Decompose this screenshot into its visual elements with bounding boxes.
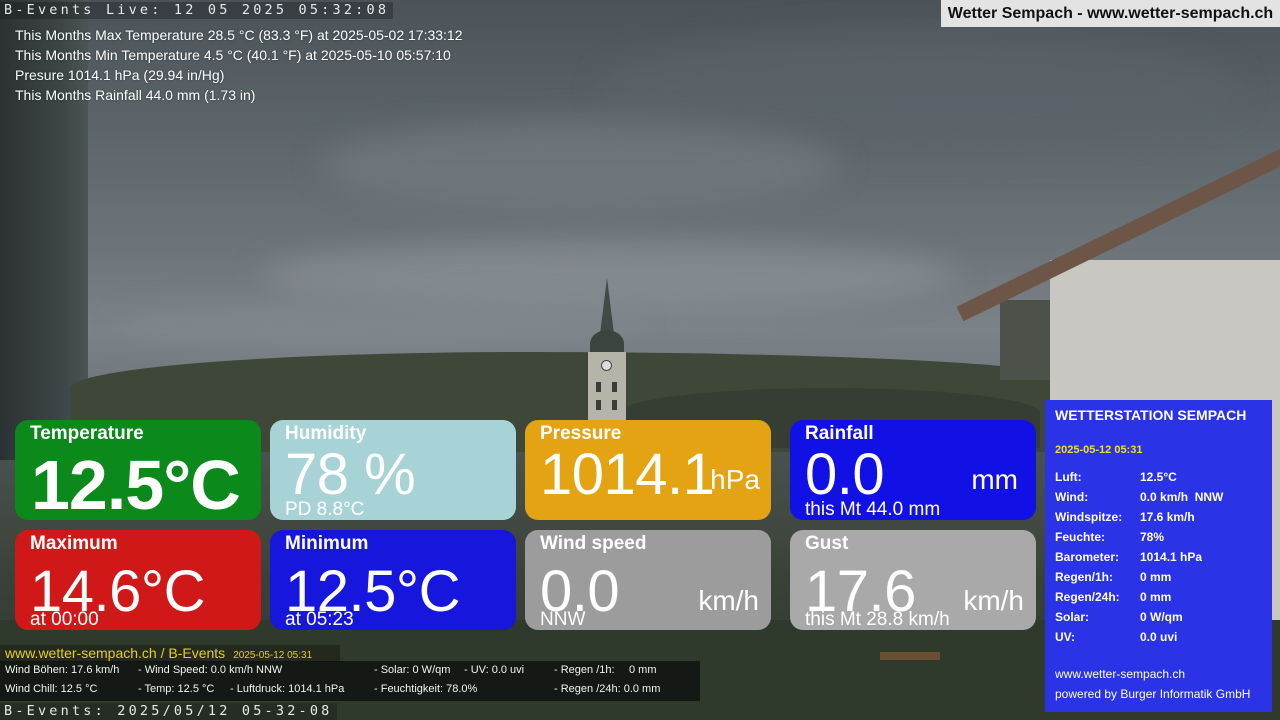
station-row-solar: Solar: 0 W/qm [1055, 607, 1265, 627]
ticker-header: www.wetter-sempach.ch / B-Events 2025-05-… [0, 645, 340, 662]
church-tower [588, 352, 626, 422]
tile-maximum: Maximum 14.6°C at 00:00 [15, 530, 261, 630]
monthly-stats: This Months Max Temperature 28.5 °C (83.… [15, 25, 463, 105]
row-value: 12.5°C [1140, 470, 1177, 484]
ticker-wind-speed: - Wind Speed: 0.0 km/h NNW [138, 664, 283, 676]
ticker-date: 2025-05-12 05:31 [233, 650, 313, 661]
tile-humidity: Humidity 78 % PD 8.8°C [270, 420, 516, 520]
tower-window [596, 400, 601, 410]
station-readings: Luft: 12.5°C Wind: 0.0 km/h NNW Windspitze… [1055, 467, 1265, 647]
station-date: 2025-05-12 05:31 [1055, 444, 1143, 456]
tile-sub: NNW [540, 609, 586, 630]
cloud [120, 300, 640, 350]
station-row-rain-24h: Regen/24h: 0 mm [1055, 587, 1265, 607]
row-label: Feuchte: [1055, 530, 1106, 544]
station-row-wind: Wind: 0.0 km/h NNW [1055, 487, 1265, 507]
picnic-bench [880, 652, 940, 660]
ticker-humidity: - Feuchtigkeit: 78.0% [374, 683, 478, 695]
site-title: Wetter Sempach - www.wetter-sempach.ch [941, 0, 1280, 27]
tower-window [596, 382, 601, 392]
tile-title: Minimum [285, 533, 369, 554]
station-panel: WETTERSTATION SEMPACH 2025-05-12 05:31 L… [1045, 400, 1272, 712]
ticker-wind-chill: Wind Chill: 12.5 °C [5, 683, 98, 695]
stat-pressure: Presure 1014.1 hPa (29.94 in/Hg) [15, 67, 225, 83]
ticker-row: Wind Chill: 12.5 °C - Temp: 12.5 °C - Lu… [5, 680, 700, 699]
tile-temperature: Temperature 12.5°C [15, 420, 261, 520]
row-value: 17.6 km/h [1140, 510, 1195, 524]
stat-min-temperature: This Months Min Temperature 4.5 °C (40.1… [15, 47, 451, 63]
live-timestamp: B-Events Live: 12 05 2025 05:32:08 [0, 2, 394, 19]
row-value: 1014.1 hPa [1140, 550, 1203, 564]
tile-title: Wind speed [540, 533, 647, 554]
tile-sub: this Mt 28.8 km/h [805, 609, 950, 630]
row-value: 78% [1140, 530, 1165, 544]
station-row-barometer: Barometer: 1014.1 hPa [1055, 547, 1265, 567]
tile-sub: at 05:23 [285, 609, 354, 630]
ticker-site-link[interactable]: www.wetter-sempach.ch / B-Events [5, 645, 225, 661]
tile-minimum: Minimum 12.5°C at 05:23 [270, 530, 516, 630]
stat-rainfall: This Months Rainfall 44.0 mm (1.73 in) [15, 87, 256, 103]
tower-window [612, 382, 617, 392]
ticker-rain-1h-value: 0 mm [629, 664, 657, 676]
church-spire [600, 278, 614, 334]
station-row-humidity: Feuchte: 78% [1055, 527, 1265, 547]
station-row-gust: Windspitze: 17.6 km/h [1055, 507, 1265, 527]
tile-unit: mm [971, 464, 1018, 495]
bottom-timestamp: B-Events: 2025/05/12 05-32-08 [0, 703, 337, 720]
row-label: Luft: [1055, 470, 1082, 484]
station-row-rain-1h: Regen/1h: 0 mm [1055, 567, 1265, 587]
tile-unit: km/h [963, 585, 1024, 616]
row-label: Solar: [1055, 610, 1090, 624]
row-value: 0 mm [1140, 590, 1172, 604]
station-site-link[interactable]: www.wetter-sempach.ch [1055, 667, 1185, 681]
tile-sub: at 00:00 [30, 609, 99, 630]
tile-unit: km/h [698, 585, 759, 616]
ticker-gust: Wind Böhen: 17.6 km/h [5, 664, 120, 676]
row-label: Windspitze: [1055, 510, 1123, 524]
row-label: Wind: [1055, 490, 1089, 504]
tile-value: 0.0 [805, 442, 885, 507]
ticker-uv: - UV: 0.0 uvi [464, 664, 525, 676]
tile-title: Gust [805, 533, 849, 554]
row-label: Regen/24h: [1055, 590, 1120, 604]
tile-pressure: Pressure 1014.1 hPa [525, 420, 771, 520]
row-value: 0.0 uvi [1140, 630, 1178, 644]
cloud [320, 120, 840, 210]
ticker-rain-1h-label: - Regen /1h: [554, 664, 615, 676]
tile-title: Maximum [30, 533, 118, 554]
tile-sub: this Mt 44.0 mm [805, 499, 941, 520]
tile-rainfall: Rainfall 0.0 mm this Mt 44.0 mm [790, 420, 1036, 520]
tile-gust: Gust 17.6 km/h this Mt 28.8 km/h [790, 530, 1036, 630]
row-label: UV: [1055, 630, 1076, 644]
tile-sub: PD 8.8°C [285, 499, 365, 520]
row-label: Regen/1h: [1055, 570, 1114, 584]
tile-value: 12.5°C [31, 446, 241, 524]
ticker-solar: - Solar: 0 W/qm [374, 664, 451, 676]
stat-max-temperature: This Months Max Temperature 28.5 °C (83.… [15, 27, 463, 43]
row-value: 0 W/qm [1140, 610, 1183, 624]
ticker-pressure: - Luftdruck: 1014.1 hPa [230, 683, 345, 695]
ticker-rain-24h: - Regen /24h: 0.0 mm [554, 683, 661, 695]
station-row-uv: UV: 0.0 uvi [1055, 627, 1265, 647]
tile-value: 78 % [285, 442, 416, 507]
row-value: 0.0 km/h NNW [1140, 490, 1224, 504]
tile-value: 1014.1 [540, 442, 715, 507]
row-label: Barometer: [1055, 550, 1120, 564]
tower-window [612, 400, 617, 410]
ticker-temp: - Temp: 12.5 °C [138, 683, 215, 695]
tile-unit: hPa [710, 464, 760, 495]
station-powered-by: powered by Burger Informatik GmbH [1055, 687, 1251, 701]
tile-wind-speed: Wind speed 0.0 km/h NNW [525, 530, 771, 630]
station-title: WETTERSTATION SEMPACH [1055, 407, 1247, 423]
clock-face [601, 360, 612, 371]
weather-ticker: Wind Böhen: 17.6 km/h - Wind Speed: 0.0 … [0, 661, 700, 701]
ticker-row: Wind Böhen: 17.6 km/h - Wind Speed: 0.0 … [5, 661, 700, 680]
tile-title: Temperature [30, 423, 144, 444]
station-row-air: Luft: 12.5°C [1055, 467, 1265, 487]
row-value: 0 mm [1140, 570, 1172, 584]
